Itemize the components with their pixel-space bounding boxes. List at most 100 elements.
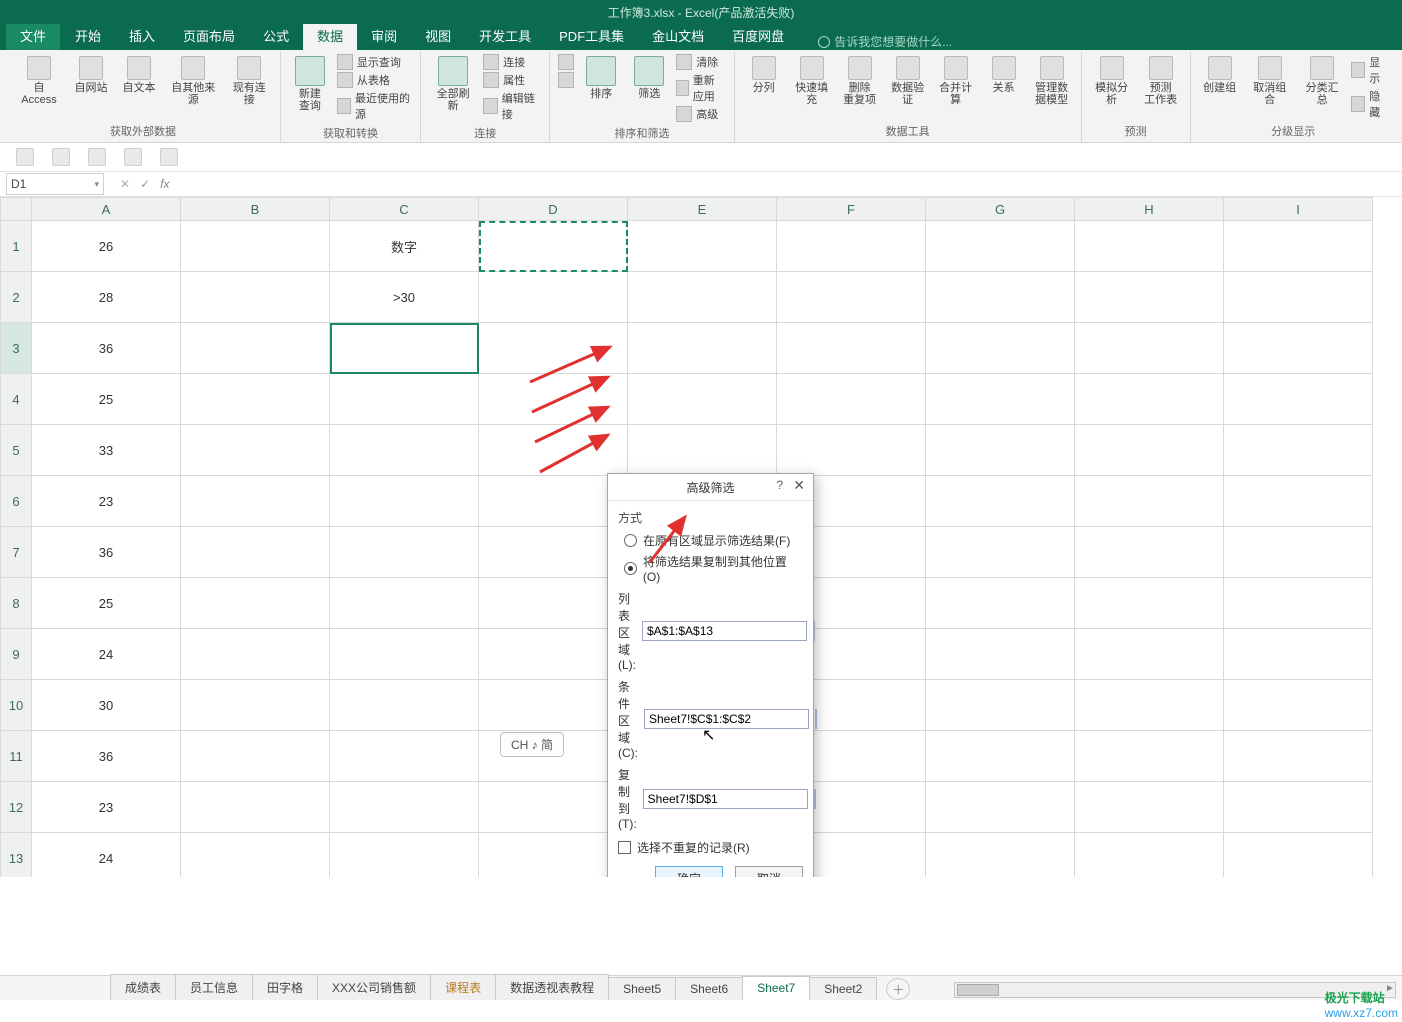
cell-D1[interactable] — [479, 221, 628, 272]
cell-I13[interactable] — [1224, 833, 1373, 878]
cell-B5[interactable] — [181, 425, 330, 476]
cell-E3[interactable] — [628, 323, 777, 374]
cell-E4[interactable] — [628, 374, 777, 425]
btn-show-detail[interactable]: 显示 — [1351, 54, 1388, 86]
cell-E1[interactable] — [628, 221, 777, 272]
cell-C4[interactable] — [330, 374, 479, 425]
tab-view[interactable]: 视图 — [411, 21, 465, 50]
sheet-tab-XXX公司销售额[interactable]: XXX公司销售额 — [317, 974, 431, 1000]
tab-review[interactable]: 审阅 — [357, 21, 411, 50]
cell-A5[interactable]: 33 — [32, 425, 181, 476]
cell-A7[interactable]: 36 — [32, 527, 181, 578]
cell-B8[interactable] — [181, 578, 330, 629]
col-header-F[interactable]: F — [777, 198, 926, 221]
row-header-10[interactable]: 10 — [1, 680, 32, 731]
cell-H8[interactable] — [1075, 578, 1224, 629]
cell-H9[interactable] — [1075, 629, 1224, 680]
sheet-tab-田字格[interactable]: 田字格 — [252, 974, 318, 1000]
cell-H11[interactable] — [1075, 731, 1224, 782]
sheet-tab-Sheet2[interactable]: Sheet2 — [809, 977, 877, 1000]
cell-G1[interactable] — [926, 221, 1075, 272]
cell-F2[interactable] — [777, 272, 926, 323]
cell-H5[interactable] — [1075, 425, 1224, 476]
row-header-13[interactable]: 13 — [1, 833, 32, 878]
cell-A3[interactable]: 36 — [32, 323, 181, 374]
btn-manage-model[interactable]: 管理数 据模型 — [1031, 54, 1073, 108]
btn-properties[interactable]: 属性 — [483, 72, 541, 88]
save-icon[interactable] — [16, 148, 34, 166]
btn-flash-fill[interactable]: 快速填充 — [791, 54, 833, 108]
cell-C8[interactable] — [330, 578, 479, 629]
cell-G12[interactable] — [926, 782, 1075, 833]
cell-B11[interactable] — [181, 731, 330, 782]
cell-C7[interactable] — [330, 527, 479, 578]
cell-G6[interactable] — [926, 476, 1075, 527]
btn-clear-filter[interactable]: 清除 — [676, 54, 725, 70]
row-header-5[interactable]: 5 — [1, 425, 32, 476]
btn-sort-za[interactable] — [558, 72, 574, 88]
cell-H1[interactable] — [1075, 221, 1224, 272]
tab-devtools[interactable]: 开发工具 — [465, 21, 545, 50]
undo-icon[interactable] — [52, 148, 70, 166]
cell-G2[interactable] — [926, 272, 1075, 323]
cell-I5[interactable] — [1224, 425, 1373, 476]
radio-filter-in-place[interactable]: 在原有区域显示筛选结果(F) — [624, 532, 803, 549]
btn-show-queries[interactable]: 显示查询 — [337, 54, 412, 70]
cell-D6[interactable] — [479, 476, 628, 527]
tab-data[interactable]: 数据 — [303, 21, 357, 50]
btn-forecast-sheet[interactable]: 预测 工作表 — [1140, 54, 1182, 108]
cell-I9[interactable] — [1224, 629, 1373, 680]
tab-pagelayout[interactable]: 页面布局 — [169, 21, 249, 50]
cell-B4[interactable] — [181, 374, 330, 425]
sheet-tab-课程表[interactable]: 课程表 — [430, 974, 496, 1000]
btn-from-access[interactable]: 自 Access — [14, 54, 64, 108]
row-header-9[interactable]: 9 — [1, 629, 32, 680]
cell-C1[interactable]: 数字 — [330, 221, 479, 272]
btn-sort-az[interactable] — [558, 54, 574, 70]
cell-H13[interactable] — [1075, 833, 1224, 878]
tab-kingsoft[interactable]: 金山文档 — [638, 21, 718, 50]
btn-relationships[interactable]: 关系 — [983, 54, 1025, 96]
btn-from-web[interactable]: 自网站 — [70, 54, 112, 96]
btn-filter[interactable]: 筛选 — [628, 54, 670, 102]
cell-D3[interactable] — [479, 323, 628, 374]
btn-refresh-all[interactable]: 全部刷新 — [429, 54, 477, 114]
cell-D2[interactable] — [479, 272, 628, 323]
sheet-tab-成绩表[interactable]: 成绩表 — [110, 974, 176, 1000]
ok-button[interactable]: 确定 — [655, 866, 723, 877]
cell-B9[interactable] — [181, 629, 330, 680]
btn-ungroup[interactable]: 取消组合 — [1247, 54, 1293, 108]
unique-records-checkbox[interactable]: 选择不重复的记录(R) — [618, 839, 803, 856]
btn-text-to-columns[interactable]: 分列 — [743, 54, 785, 96]
cell-A9[interactable]: 24 — [32, 629, 181, 680]
name-box[interactable]: D1▾ — [6, 173, 104, 195]
cell-D9[interactable] — [479, 629, 628, 680]
cell-I10[interactable] — [1224, 680, 1373, 731]
scroll-thumb[interactable] — [957, 984, 999, 996]
cell-A10[interactable]: 30 — [32, 680, 181, 731]
cell-H6[interactable] — [1075, 476, 1224, 527]
cell-C2[interactable]: >30 — [330, 272, 479, 323]
btn-remove-dup[interactable]: 删除 重复项 — [839, 54, 881, 108]
row-header-7[interactable]: 7 — [1, 527, 32, 578]
cell-I1[interactable] — [1224, 221, 1373, 272]
btn-whatif[interactable]: 模拟分析 — [1090, 54, 1134, 108]
open-icon[interactable] — [124, 148, 142, 166]
cell-A2[interactable]: 28 — [32, 272, 181, 323]
cell-D12[interactable] — [479, 782, 628, 833]
cell-I7[interactable] — [1224, 527, 1373, 578]
tab-pdf[interactable]: PDF工具集 — [545, 21, 638, 50]
help-icon[interactable]: ? — [776, 478, 783, 492]
btn-from-text[interactable]: 自文本 — [118, 54, 160, 96]
btn-new-query[interactable]: 新建 查询 — [289, 54, 331, 114]
criteria-range-input[interactable] — [644, 709, 809, 729]
select-all-corner[interactable] — [1, 198, 32, 221]
btn-recent-sources[interactable]: 最近使用的源 — [337, 90, 412, 122]
btn-group[interactable]: 创建组 — [1199, 54, 1241, 96]
cell-E2[interactable] — [628, 272, 777, 323]
radio-copy-to[interactable]: 将筛选结果复制到其他位置(O) — [624, 553, 803, 584]
cancel-button[interactable]: 取消 — [735, 866, 803, 877]
cell-F3[interactable] — [777, 323, 926, 374]
cell-C13[interactable] — [330, 833, 479, 878]
cell-I2[interactable] — [1224, 272, 1373, 323]
